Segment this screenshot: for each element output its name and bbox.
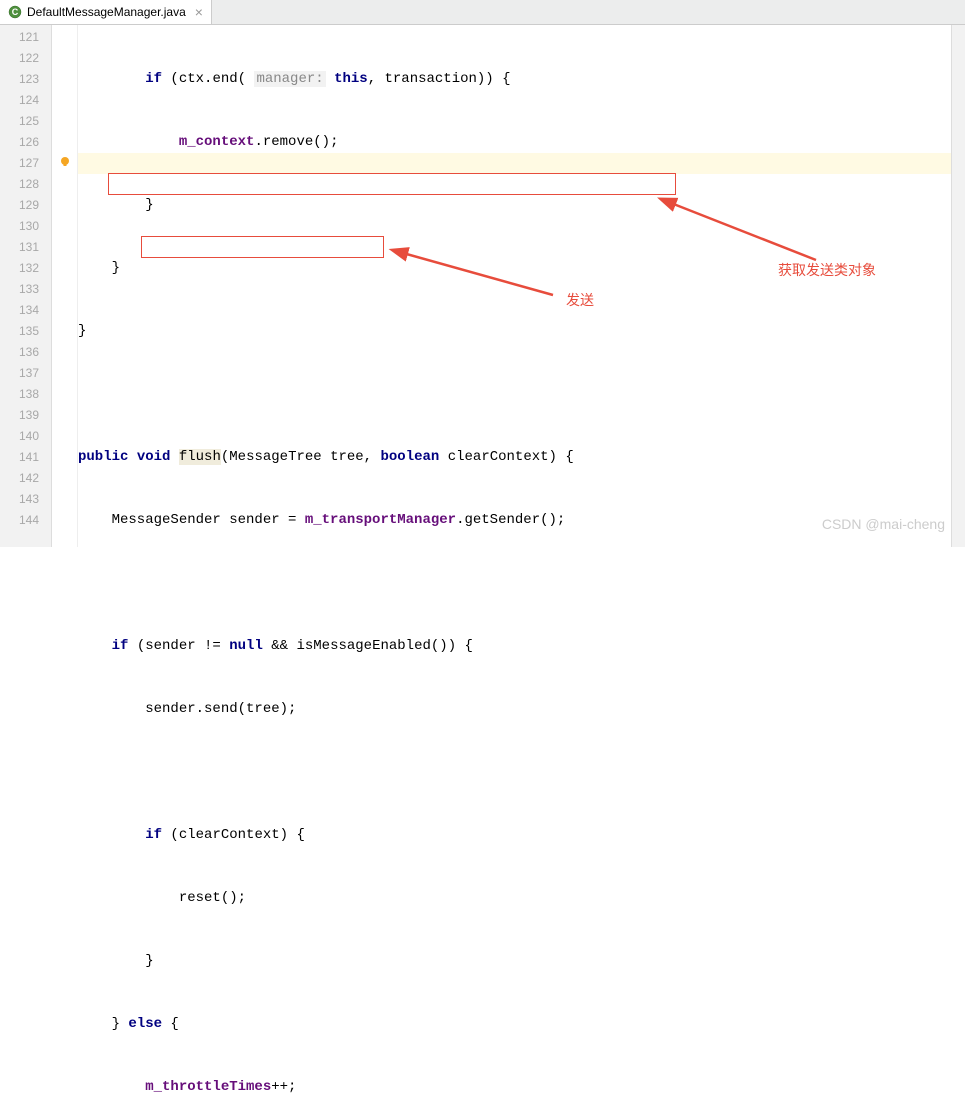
code-line: if (sender != null && isMessageEnabled()… [78, 636, 965, 657]
line-number: 121 [0, 27, 39, 48]
annotation-box-2 [141, 236, 384, 258]
line-number-gutter: 121 122 123 124 125 126 127 128 129 130 … [0, 25, 52, 547]
line-number: 126 [0, 132, 39, 153]
code-line: sender.send(tree); [78, 699, 965, 720]
icon-gutter [52, 25, 78, 547]
line-number: 133 [0, 279, 39, 300]
code-line: } else { [78, 1014, 965, 1035]
line-number: 134 [0, 300, 39, 321]
file-tab[interactable]: C DefaultMessageManager.java × [0, 0, 212, 24]
line-number: 131 [0, 237, 39, 258]
svg-text:C: C [12, 7, 19, 17]
line-number: 141 [0, 447, 39, 468]
code-line: m_context.remove(); [78, 132, 965, 153]
line-number: 127 [0, 153, 39, 174]
code-line: } [78, 195, 965, 216]
line-number: 125 [0, 111, 39, 132]
line-number: 144 [0, 510, 39, 531]
tab-filename: DefaultMessageManager.java [27, 5, 186, 19]
line-number: 130 [0, 216, 39, 237]
line-number: 132 [0, 258, 39, 279]
line-number: 124 [0, 90, 39, 111]
line-number: 128 [0, 174, 39, 195]
line-number: 137 [0, 363, 39, 384]
code-line: } [78, 951, 965, 972]
code-line: public void flush(MessageTree tree, bool… [78, 447, 965, 468]
line-number: 140 [0, 426, 39, 447]
line-number: 123 [0, 69, 39, 90]
code-line: if (ctx.end( manager: this, transaction)… [78, 69, 965, 90]
line-number: 122 [0, 48, 39, 69]
line-number: 143 [0, 489, 39, 510]
line-number: 139 [0, 405, 39, 426]
intention-bulb-icon[interactable] [58, 155, 72, 169]
annotation-label-2: 发送 [566, 290, 594, 311]
code-line: m_throttleTimes++; [78, 1077, 965, 1094]
annotation-box-1 [108, 173, 676, 195]
editor-tabs: C DefaultMessageManager.java × [0, 0, 965, 25]
code-line: if (clearContext) { [78, 825, 965, 846]
code-line [78, 573, 965, 594]
annotation-label-1: 获取发送类对象 [778, 260, 876, 281]
close-icon[interactable]: × [195, 4, 203, 20]
line-number: 135 [0, 321, 39, 342]
java-class-icon: C [8, 5, 22, 19]
code-line: } [78, 321, 965, 342]
line-number: 138 [0, 384, 39, 405]
code-line [78, 762, 965, 783]
code-line [78, 384, 965, 405]
arrow-2 [388, 247, 568, 307]
line-number: 129 [0, 195, 39, 216]
line-number: 142 [0, 468, 39, 489]
code-area[interactable]: if (ctx.end( manager: this, transaction)… [78, 25, 965, 547]
editor-area: 121 122 123 124 125 126 127 128 129 130 … [0, 25, 965, 547]
line-number: 136 [0, 342, 39, 363]
watermark: CSDN @mai-cheng [822, 516, 945, 532]
code-line: reset(); [78, 888, 965, 909]
